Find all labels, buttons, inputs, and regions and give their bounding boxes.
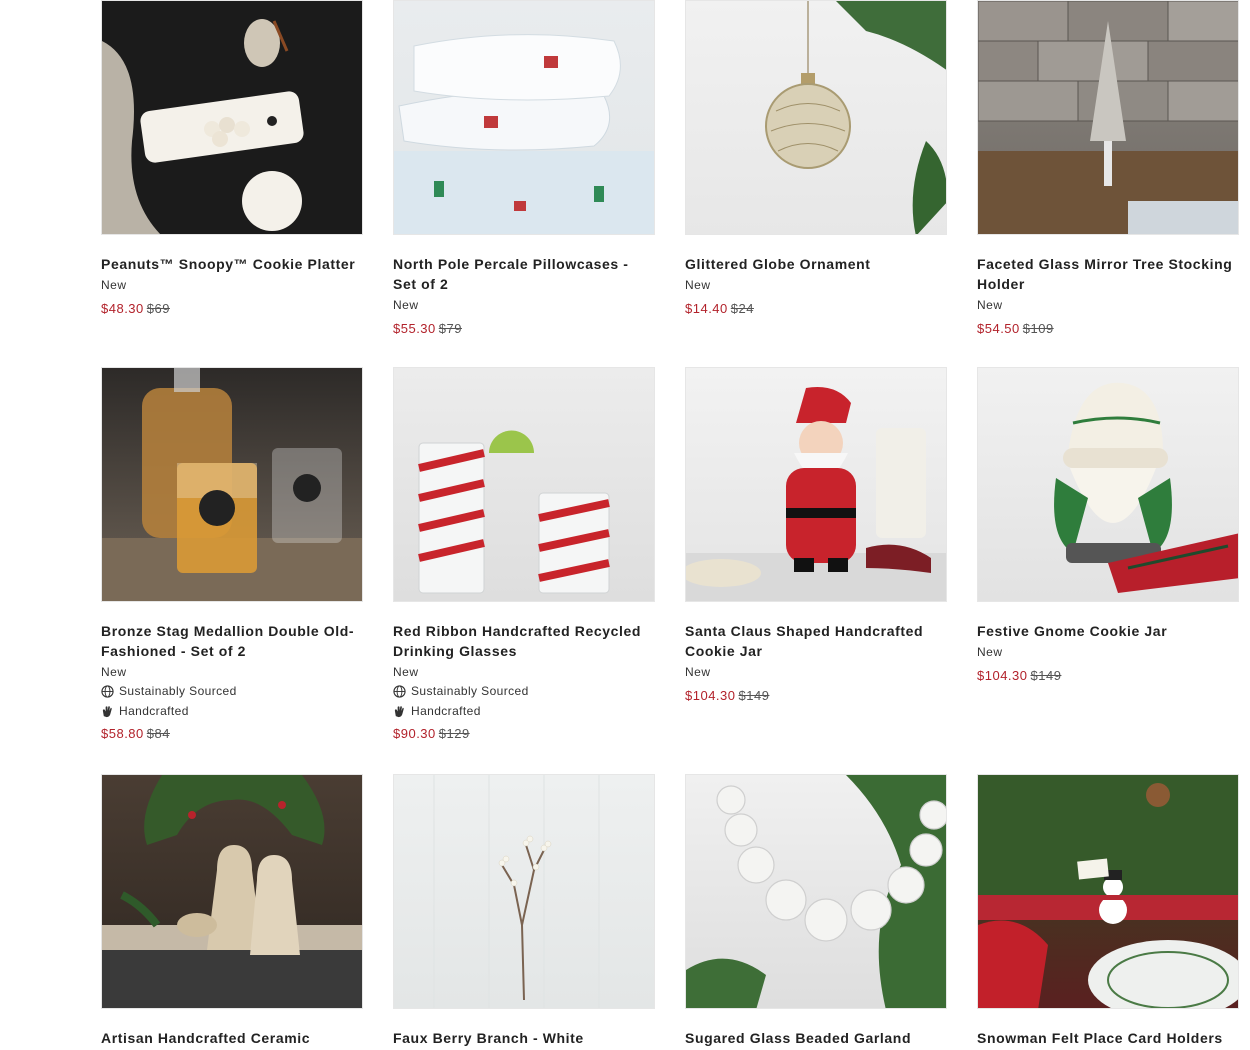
price: $14.40 $24 xyxy=(685,299,947,319)
hand-icon xyxy=(394,705,404,717)
product-card[interactable]: North Pole Percale Pillowcases - Set of … xyxy=(393,0,655,339)
product-title[interactable]: Santa Claus Shaped Handcrafted Cookie Ja… xyxy=(685,621,947,661)
new-tag: New xyxy=(685,665,711,679)
badge-label: Sustainably Sourced xyxy=(411,684,529,698)
price: $58.80 $84 xyxy=(101,724,363,744)
product-image[interactable] xyxy=(393,367,655,602)
price: $104.30 $149 xyxy=(977,666,1239,686)
product-title[interactable]: Snowman Felt Place Card Holders xyxy=(977,1028,1239,1048)
product-image[interactable] xyxy=(977,367,1239,602)
product-card[interactable]: Peanuts™ Snoopy™ Cookie Platter New $48.… xyxy=(101,0,363,319)
product-title[interactable]: Festive Gnome Cookie Jar xyxy=(977,621,1239,641)
badge-label: Handcrafted xyxy=(119,704,189,718)
product-card[interactable]: Festive Gnome Cookie Jar New $104.30 $149 xyxy=(977,367,1239,686)
product-title[interactable]: Peanuts™ Snoopy™ Cookie Platter xyxy=(101,254,363,274)
new-tag: New xyxy=(685,278,711,292)
price: $48.30 $69 xyxy=(101,299,363,319)
globe-icon xyxy=(101,684,114,698)
handcrafted-badge: Handcrafted xyxy=(393,701,655,721)
product-card[interactable]: Red Ribbon Handcrafted Recycled Drinking… xyxy=(393,367,655,744)
product-card[interactable]: Glittered Globe Ornament New $14.40 $24 xyxy=(685,0,947,319)
product-title[interactable]: North Pole Percale Pillowcases - Set of … xyxy=(393,254,655,294)
original-price: $149 xyxy=(1030,668,1062,683)
sale-price: $90.30 xyxy=(393,726,436,741)
product-image[interactable] xyxy=(685,0,947,235)
original-price: $84 xyxy=(146,726,170,741)
product-card[interactable]: Bronze Stag Medallion Double Old-Fashion… xyxy=(101,367,363,744)
product-image[interactable] xyxy=(393,0,655,235)
sale-price: $104.30 xyxy=(685,688,736,703)
product-card[interactable]: Faux Berry Branch - White xyxy=(393,774,655,1048)
original-price: $129 xyxy=(438,726,470,741)
price: $55.30 $79 xyxy=(393,319,655,339)
new-tag: New xyxy=(101,665,127,679)
product-image[interactable] xyxy=(101,367,363,602)
product-title[interactable]: Artisan Handcrafted Ceramic xyxy=(101,1028,363,1048)
product-title[interactable]: Glittered Globe Ornament xyxy=(685,254,947,274)
original-price: $109 xyxy=(1022,321,1054,336)
new-tag: New xyxy=(977,298,1003,312)
original-price: $149 xyxy=(738,688,770,703)
new-tag: New xyxy=(101,278,127,292)
handcrafted-badge: Handcrafted xyxy=(101,701,363,721)
product-image[interactable] xyxy=(685,367,947,602)
product-title[interactable]: Faceted Glass Mirror Tree Stocking Holde… xyxy=(977,254,1239,294)
hand-icon xyxy=(102,705,112,717)
sustainably-sourced-badge: Sustainably Sourced xyxy=(393,681,655,701)
badge-label: Handcrafted xyxy=(411,704,481,718)
new-tag: New xyxy=(977,645,1003,659)
product-image[interactable] xyxy=(977,0,1239,235)
original-price: $24 xyxy=(730,301,754,316)
product-title[interactable]: Red Ribbon Handcrafted Recycled Drinking… xyxy=(393,621,655,661)
new-tag: New xyxy=(393,298,419,312)
product-title[interactable]: Sugared Glass Beaded Garland xyxy=(685,1028,947,1048)
product-title[interactable]: Bronze Stag Medallion Double Old-Fashion… xyxy=(101,621,363,661)
product-image[interactable] xyxy=(101,774,363,1009)
product-image[interactable] xyxy=(393,774,655,1009)
sale-price: $55.30 xyxy=(393,321,436,336)
product-card[interactable]: Santa Claus Shaped Handcrafted Cookie Ja… xyxy=(685,367,947,706)
product-image[interactable] xyxy=(685,774,947,1009)
product-image[interactable] xyxy=(977,774,1239,1009)
product-card[interactable]: Artisan Handcrafted Ceramic xyxy=(101,774,363,1048)
product-title[interactable]: Faux Berry Branch - White xyxy=(393,1028,655,1048)
new-tag: New xyxy=(393,665,419,679)
price: $90.30 $129 xyxy=(393,724,655,744)
sale-price: $14.40 xyxy=(685,301,728,316)
badge-label: Sustainably Sourced xyxy=(119,684,237,698)
sustainably-sourced-badge: Sustainably Sourced xyxy=(101,681,363,701)
sale-price: $54.50 xyxy=(977,321,1020,336)
product-card[interactable]: Sugared Glass Beaded Garland xyxy=(685,774,947,1048)
original-price: $69 xyxy=(146,301,170,316)
product-image[interactable] xyxy=(101,0,363,235)
sale-price: $48.30 xyxy=(101,301,144,316)
product-card[interactable]: Snowman Felt Place Card Holders xyxy=(977,774,1239,1048)
globe-icon xyxy=(393,684,406,698)
product-card[interactable]: Faceted Glass Mirror Tree Stocking Holde… xyxy=(977,0,1239,339)
sale-price: $58.80 xyxy=(101,726,144,741)
price: $54.50 $109 xyxy=(977,319,1239,339)
price: $104.30 $149 xyxy=(685,686,947,706)
sale-price: $104.30 xyxy=(977,668,1028,683)
original-price: $79 xyxy=(438,321,462,336)
